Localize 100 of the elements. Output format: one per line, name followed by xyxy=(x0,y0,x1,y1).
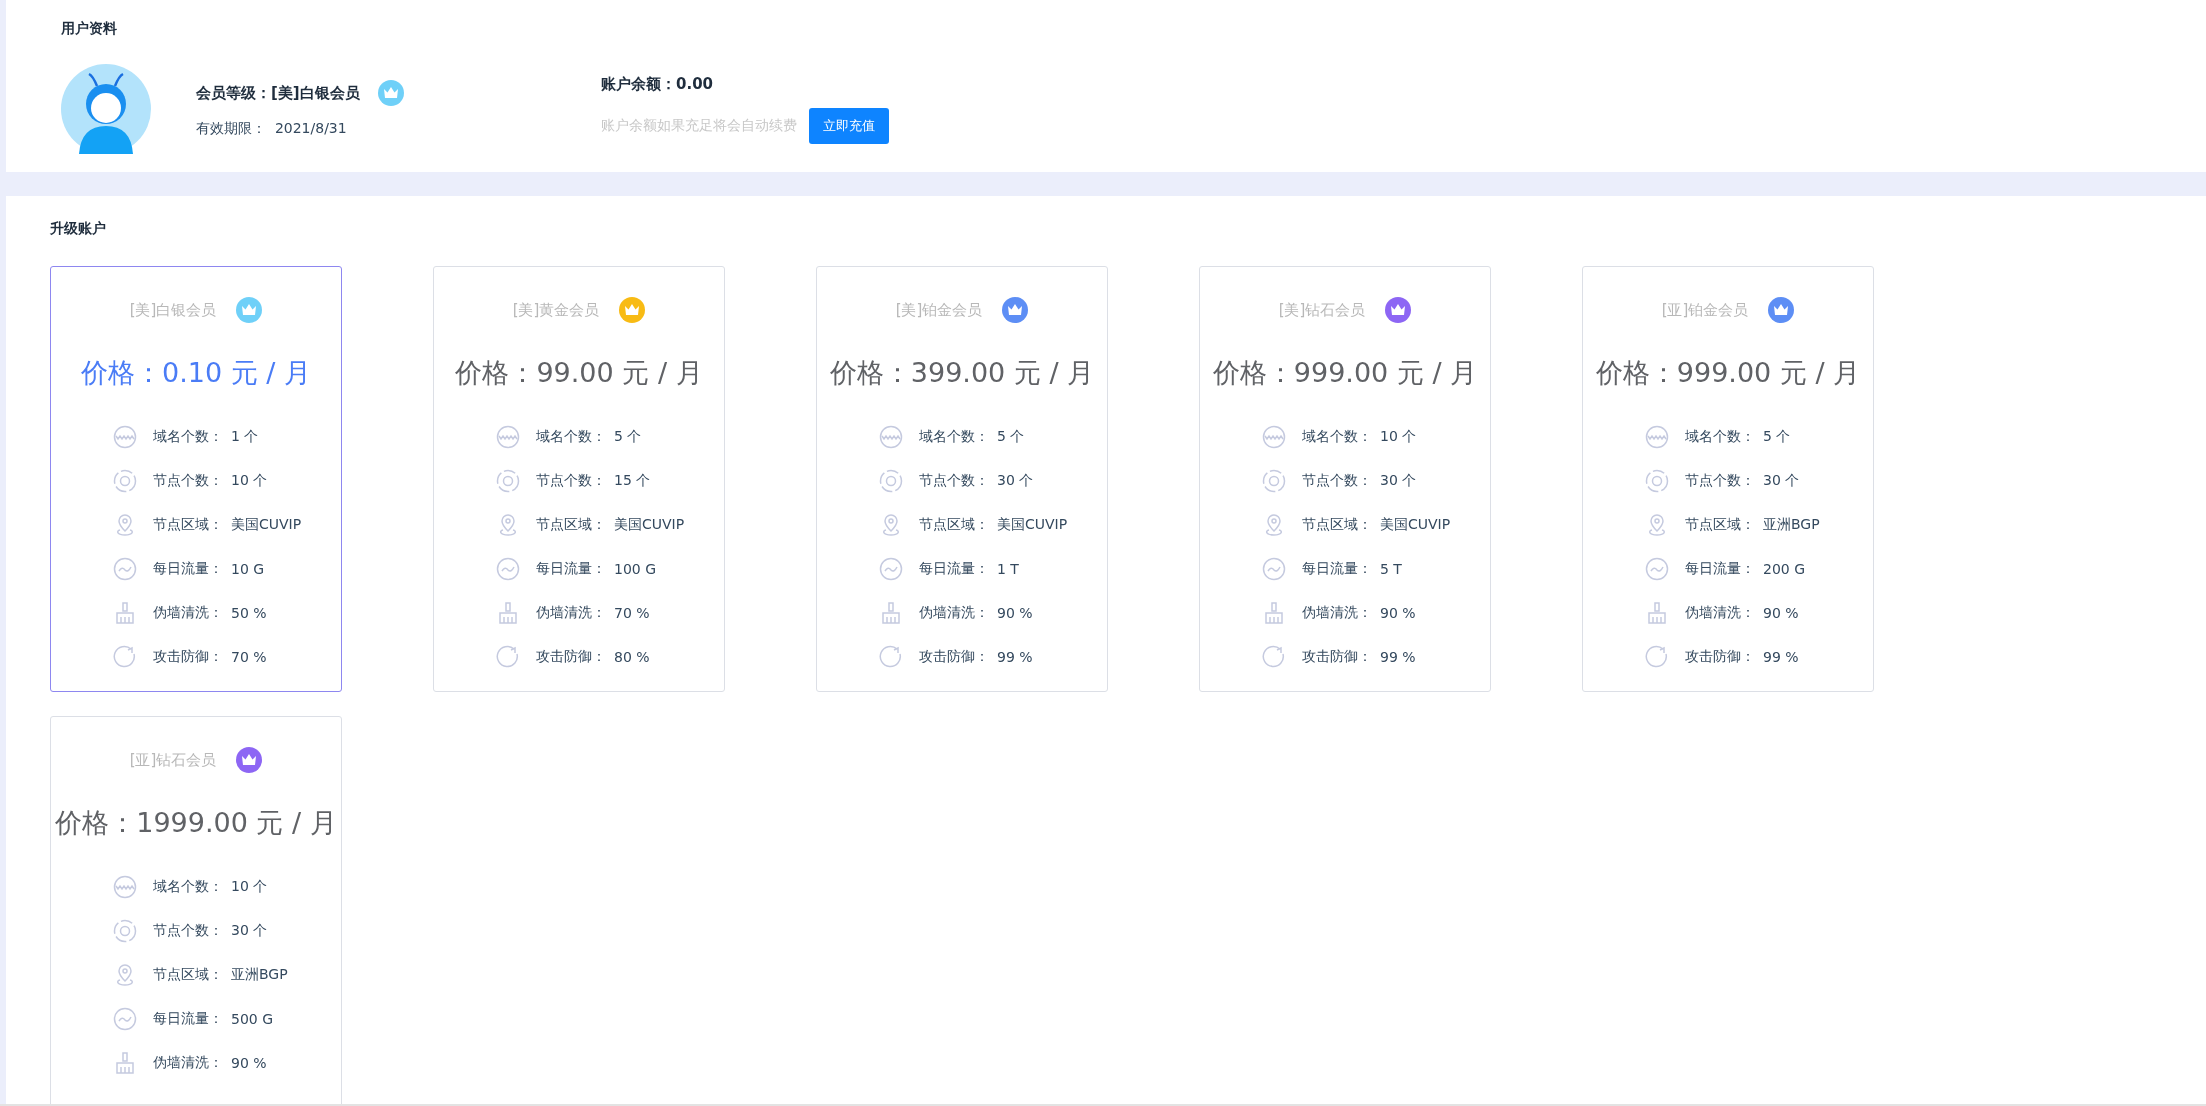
feature-label: 节点区域： xyxy=(153,516,223,534)
location-icon xyxy=(883,514,899,536)
refresh-icon xyxy=(879,645,902,668)
feature-value: 美国CUVIP xyxy=(997,516,1068,534)
feature-value: 200 G xyxy=(1763,561,1806,577)
plan-name: [美]黄金会员 xyxy=(512,300,600,320)
broom-icon xyxy=(1265,602,1283,624)
chart-icon xyxy=(496,557,520,581)
feature-value: 90 % xyxy=(997,605,1033,621)
plan-price: 价格：999.00 元 / 月 xyxy=(1211,356,1479,390)
feature-value: 美国CUVIP xyxy=(231,516,302,534)
refresh-icon xyxy=(113,645,136,668)
chart-icon xyxy=(1645,557,1669,581)
globe-icon xyxy=(113,875,137,899)
feature-value: 500 G xyxy=(231,1011,274,1027)
feature-label: 攻击防御： xyxy=(1685,648,1755,666)
broom-icon xyxy=(882,602,900,624)
feature-label: 每日流量： xyxy=(153,560,223,578)
member-level: 会员等级：[美]白银会员 xyxy=(196,83,360,103)
globe-icon xyxy=(113,425,137,449)
plan-name: [亚]铂金会员 xyxy=(1661,300,1749,320)
feature-label: 域名个数： xyxy=(536,428,606,446)
feature-value: 10 G xyxy=(231,561,265,577)
globe-icon xyxy=(496,425,520,449)
feature-value: 10 个 xyxy=(231,472,268,490)
crown-icon xyxy=(377,80,404,106)
location-icon xyxy=(1649,514,1665,536)
plan-card[interactable]: [美]白银会员 价格：0.10 元 / 月 域名个数： 1 个 节点个数： 10 个 节点区域： 美国CUVIP 每日流量： 10 G 伪墙清洗： 50 % 攻击防御： 70 % xyxy=(50,266,342,692)
feature-value: 5 个 xyxy=(1763,428,1791,446)
location-icon xyxy=(1266,514,1282,536)
feature-label: 伪墙清洗： xyxy=(153,604,223,622)
target-icon xyxy=(113,919,137,943)
feature-label: 伪墙清洗： xyxy=(1302,604,1372,622)
feature-label: 每日流量： xyxy=(919,560,989,578)
plan-price: 价格：0.10 元 / 月 xyxy=(80,356,312,390)
plan-price: 价格：999.00 元 / 月 xyxy=(1594,356,1862,390)
chart-icon xyxy=(879,557,903,581)
feature-label: 伪墙清洗： xyxy=(1685,604,1755,622)
feature-value: 亚洲BGP xyxy=(231,966,288,984)
feature-value: 50 % xyxy=(231,605,267,621)
account-balance: 账户余额：0.00 xyxy=(601,74,714,94)
refresh-icon xyxy=(1262,645,1285,668)
broom-icon xyxy=(116,602,134,624)
plan-name: [亚]钻石会员 xyxy=(129,750,217,770)
target-icon xyxy=(1262,469,1286,493)
feature-label: 域名个数： xyxy=(1302,428,1372,446)
location-icon xyxy=(117,514,133,536)
feature-label: 攻击防御： xyxy=(1302,648,1372,666)
feature-label: 域名个数： xyxy=(1685,428,1755,446)
feature-label: 节点个数： xyxy=(1685,472,1755,490)
feature-label: 节点区域： xyxy=(1685,516,1755,534)
feature-label: 节点个数： xyxy=(1302,472,1372,490)
feature-label: 节点个数： xyxy=(536,472,606,490)
target-icon xyxy=(879,469,903,493)
feature-value: 70 % xyxy=(614,605,650,621)
location-icon xyxy=(117,964,133,986)
plan-card[interactable]: [美]铂金会员 价格：399.00 元 / 月 域名个数： 5 个 节点个数： 30 个 节点区域： 美国CUVIP 每日流量： 1 T 伪墙清洗： 90 % 攻击防御： 99 % xyxy=(816,266,1108,692)
feature-value: 亚洲BGP xyxy=(1763,516,1820,534)
feature-label: 每日流量： xyxy=(1685,560,1755,578)
plan-name: [美]白银会员 xyxy=(129,300,217,320)
feature-value: 美国CUVIP xyxy=(614,516,685,534)
plan-price: 价格：99.00 元 / 月 xyxy=(454,356,704,390)
plan-card[interactable]: [美]钻石会员 价格：999.00 元 / 月 域名个数： 10 个 节点个数： 30 个 节点区域： 美国CUVIP 每日流量： 5 T 伪墙清洗： 90 % 攻击防御： 99 % xyxy=(1199,266,1491,692)
feature-value: 30 个 xyxy=(997,472,1034,490)
feature-label: 域名个数： xyxy=(153,878,223,896)
broom-icon xyxy=(499,602,517,624)
plan-card[interactable]: [亚]钻石会员 价格：1999.00 元 / 月 域名个数： 10 个 节点个数： 30 个 节点区域： 亚洲BGP 每日流量： 500 G 伪墙清洗： 90 % xyxy=(50,716,342,1104)
feature-value: 30 个 xyxy=(1763,472,1800,490)
section-title: 用户资料 xyxy=(61,20,118,38)
chart-icon xyxy=(113,557,137,581)
refresh-icon xyxy=(1645,645,1668,668)
feature-label: 伪墙清洗： xyxy=(919,604,989,622)
chart-icon xyxy=(1262,557,1286,581)
feature-value: 5 个 xyxy=(997,428,1025,446)
feature-value: 美国CUVIP xyxy=(1380,516,1451,534)
feature-value: 70 % xyxy=(231,649,267,665)
feature-label: 攻击防御： xyxy=(153,648,223,666)
plan-name: [美]钻石会员 xyxy=(1278,300,1366,320)
recharge-button[interactable]: 立即充值 xyxy=(809,107,889,144)
plan-card[interactable]: [美]黄金会员 价格：99.00 元 / 月 域名个数： 5 个 节点个数： 15 个 节点区域： 美国CUVIP 每日流量： 100 G 伪墙清洗： 70 % 攻击防御： 80 % xyxy=(433,266,725,692)
feature-value: 10 个 xyxy=(1380,428,1417,446)
feature-value: 99 % xyxy=(1380,649,1416,665)
feature-value: 99 % xyxy=(997,649,1033,665)
plan-card[interactable]: [亚]铂金会员 价格：999.00 元 / 月 域名个数： 5 个 节点个数： 30 个 节点区域： 亚洲BGP 每日流量： 200 G 伪墙清洗： 90 % 攻击防御： 99 % xyxy=(1582,266,1874,692)
feature-value: 90 % xyxy=(1380,605,1416,621)
feature-label: 节点区域： xyxy=(153,966,223,984)
feature-value: 99 % xyxy=(1763,649,1799,665)
target-icon xyxy=(496,469,520,493)
feature-value: 5 T xyxy=(1380,561,1402,577)
broom-icon xyxy=(1648,602,1666,624)
feature-label: 每日流量： xyxy=(1302,560,1372,578)
feature-label: 伪墙清洗： xyxy=(536,604,606,622)
feature-label: 节点个数： xyxy=(153,472,223,490)
feature-value: 1 T xyxy=(997,561,1019,577)
chart-icon xyxy=(113,1007,137,1031)
feature-label: 每日流量： xyxy=(536,560,606,578)
expiry-date: 有效期限： 2021/8/31 xyxy=(196,120,348,138)
feature-label: 攻击防御： xyxy=(536,648,606,666)
feature-label: 域名个数： xyxy=(919,428,989,446)
location-icon xyxy=(500,514,516,536)
